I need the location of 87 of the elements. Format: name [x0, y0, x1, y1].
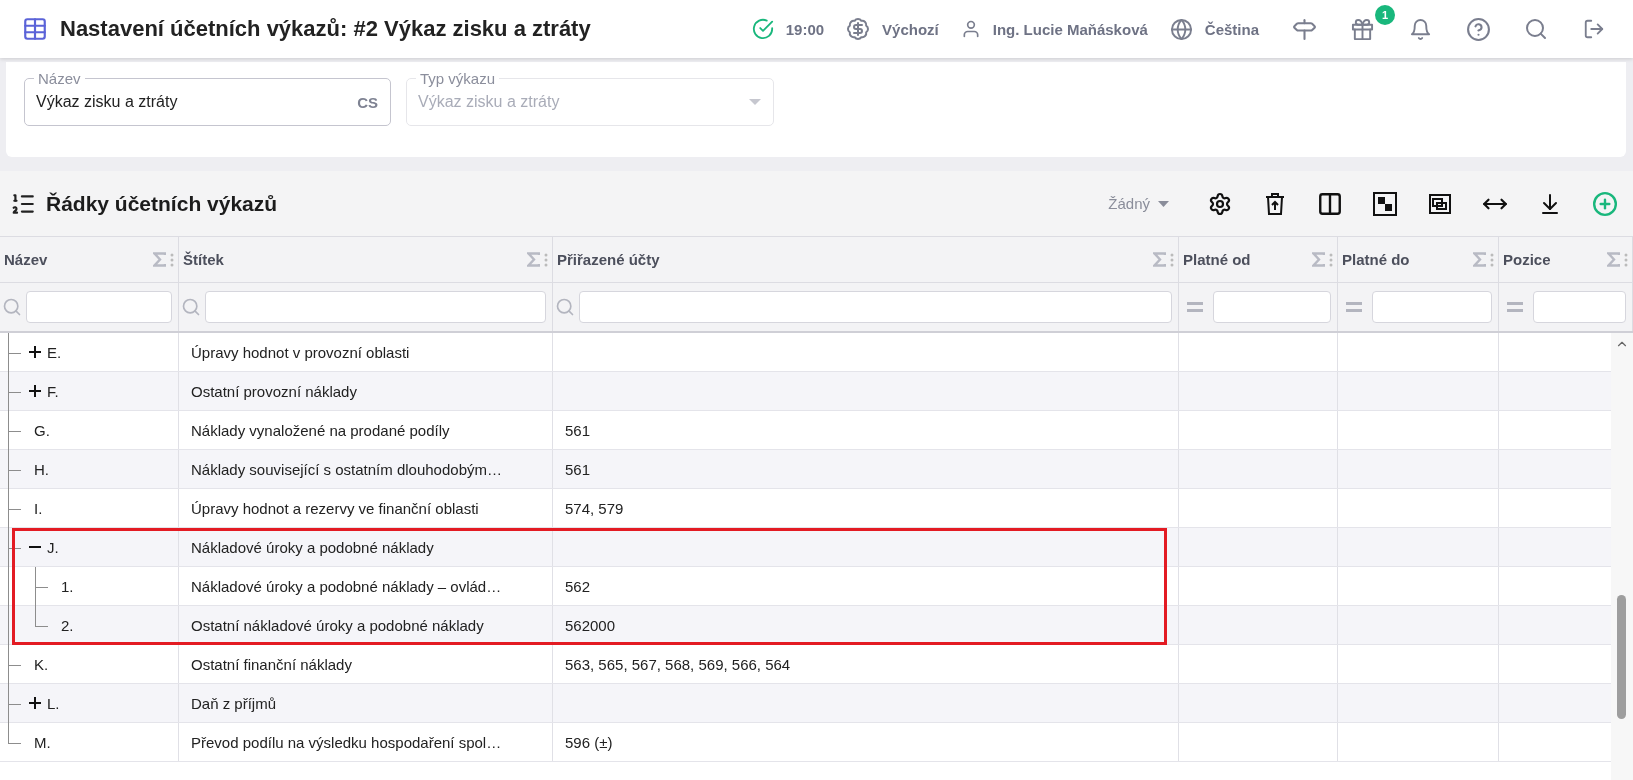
column-header[interactable]: Pozice: [1503, 251, 1603, 268]
table-cell: 561: [553, 411, 1179, 449]
table-cell: Daň z příjmů: [179, 684, 553, 722]
sigma-icon[interactable]: [1473, 252, 1486, 267]
table-cell: 563, 565, 567, 568, 569, 566, 564: [553, 645, 1179, 683]
table-cell: Úpravy hodnot v provozní oblasti: [179, 333, 553, 371]
help-icon[interactable]: [1465, 16, 1491, 42]
table-icon: [22, 16, 48, 42]
filter-field[interactable]: [26, 291, 172, 323]
check-circle-icon: [751, 18, 774, 40]
filter-field[interactable]: [1372, 291, 1492, 323]
row-code: H.: [34, 460, 49, 478]
search-icon[interactable]: [1523, 16, 1549, 42]
row-code: 1.: [61, 577, 74, 595]
search-icon: [181, 297, 201, 317]
column-header[interactable]: Platné od: [1183, 251, 1308, 268]
equals-icon: [1507, 302, 1523, 312]
signpost-icon[interactable]: [1291, 16, 1317, 42]
plus-icon[interactable]: [28, 696, 42, 710]
scrollbar[interactable]: [1611, 333, 1633, 780]
scrollbar-thumb[interactable]: [1617, 595, 1626, 719]
filter-field[interactable]: [579, 291, 1172, 323]
equals-icon: [1346, 302, 1362, 312]
row-code: M.: [34, 733, 51, 751]
table-cell: 574, 579: [553, 489, 1179, 527]
input-field[interactable]: Název Výkaz zisku a ztráty CS: [24, 70, 391, 126]
page-title: Nastavení účetních výkazů: #2 Výkaz zisku a ztráty: [60, 16, 592, 42]
row-code: K.: [34, 655, 49, 673]
tree-connector: [8, 333, 21, 372]
dollar-badge-icon: [846, 17, 871, 41]
caret-icon: [1158, 200, 1169, 207]
filter-field[interactable]: [1533, 291, 1626, 323]
search-icon: [555, 297, 575, 317]
table-cell: 596 (±): [553, 723, 1179, 761]
caret-icon: [749, 99, 761, 105]
search-icon: [2, 297, 22, 317]
table-cell: Úpravy hodnot a rezervy ve finanční oblasti: [179, 489, 553, 527]
filter-field[interactable]: [1213, 291, 1331, 323]
language-label[interactable]: Čeština: [1204, 20, 1259, 38]
sigma-icon[interactable]: [1153, 252, 1166, 267]
user-name[interactable]: Ing. Lucie Maňásková: [992, 20, 1148, 38]
drag-handle-icon[interactable]: [1329, 252, 1333, 267]
drag-handle-icon[interactable]: [170, 252, 174, 267]
plus-icon[interactable]: [28, 345, 42, 359]
globe-icon: [1169, 17, 1193, 41]
section-title: Řádky účetních výkazů: [46, 191, 279, 216]
column-header[interactable]: Název: [4, 251, 149, 268]
tree-connector: [8, 372, 21, 411]
sigma-icon[interactable]: [153, 252, 166, 267]
equals-icon: [1187, 302, 1203, 312]
row-code: I.: [34, 499, 43, 517]
row-code: E.: [47, 343, 62, 361]
drag-handle-icon[interactable]: [1490, 252, 1494, 267]
table-cell: Náklady vynaložené na prodané podíly: [179, 411, 553, 449]
notification-badge: 1: [1375, 5, 1395, 25]
table-cell: Náklady související s ostatním dlouhodobým…: [179, 450, 553, 488]
row-code: F.: [47, 382, 59, 400]
column-header[interactable]: Přiřazené účty: [557, 251, 1149, 268]
plus-icon[interactable]: [28, 384, 42, 398]
table-cell: 562: [553, 567, 1179, 605]
table-cell: Nákladové úroky a podobné náklady: [179, 528, 553, 566]
table-cell: Nákladové úroky a podobné náklady – ovlád…: [179, 567, 553, 605]
currency-label[interactable]: Výchozí: [882, 20, 939, 38]
tree-connector: [8, 411, 21, 450]
drag-handle-icon[interactable]: [544, 252, 548, 267]
column-header[interactable]: Platné do: [1342, 251, 1469, 268]
row-code: 2.: [61, 616, 74, 634]
sigma-icon[interactable]: [1607, 252, 1620, 267]
column-header[interactable]: Štítek: [183, 251, 523, 268]
row-code: G.: [34, 421, 50, 439]
table-cell: 561: [553, 450, 1179, 488]
row-code: L.: [47, 694, 60, 712]
gift-icon[interactable]: [1349, 16, 1375, 42]
table-cell: Převod podílu na výsledku hospodaření spol…: [179, 723, 553, 761]
tree-connector: [8, 450, 21, 489]
table-cell: 562000: [553, 606, 1179, 644]
table-cell: Ostatní provozní náklady: [179, 372, 553, 410]
sigma-icon[interactable]: [1312, 252, 1325, 267]
drag-handle-icon[interactable]: [1624, 252, 1628, 267]
time-label: 19:00: [785, 20, 825, 38]
sigma-icon[interactable]: [527, 252, 540, 267]
filter-field[interactable]: [205, 291, 546, 323]
tree-connector: [8, 489, 21, 528]
table-cell: Ostatní nákladové úroky a podobné náklady: [179, 606, 553, 644]
row-code: J.: [47, 538, 59, 556]
drag-handle-icon[interactable]: [1170, 252, 1174, 267]
table-cell: Ostatní finanční náklady: [179, 645, 553, 683]
